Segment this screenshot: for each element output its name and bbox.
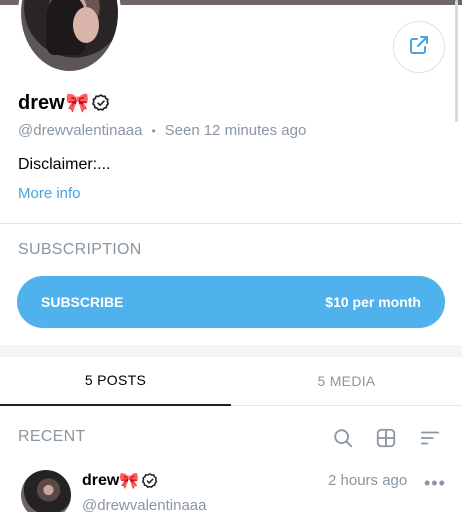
post-author-name[interactable]: drew (82, 472, 119, 490)
subscription-price: $10 per month (325, 294, 421, 310)
tab-media[interactable]: 5 MEDIA (231, 356, 462, 406)
post-timestamp: 2 hours ago (328, 472, 408, 489)
bow-emoji: 🎀 (119, 473, 140, 490)
sort-icon[interactable] (418, 426, 442, 450)
grid-icon[interactable] (374, 426, 398, 450)
verified-icon (141, 472, 159, 490)
search-icon[interactable] (331, 426, 355, 450)
more-icon[interactable]: ••• (424, 473, 446, 494)
profile-tabs: 5 POSTS 5 MEDIA (0, 356, 462, 406)
share-icon (407, 33, 431, 62)
profile-name: drew (18, 91, 65, 114)
bow-emoji: 🎀 (65, 93, 90, 114)
share-button[interactable] (393, 21, 445, 73)
post-author-handle[interactable]: @drewvalentinaaa (82, 497, 206, 512)
subscription-heading: SUBSCRIPTION (18, 241, 142, 258)
seen-label: Seen (164, 122, 200, 139)
tab-posts[interactable]: 5 POSTS (0, 356, 231, 406)
feed-heading: RECENT (18, 428, 86, 445)
profile-name-row: drew 🎀 (18, 91, 111, 115)
scrollbar[interactable] (455, 0, 458, 122)
separator-dot: • (151, 123, 156, 138)
post-author-row: drew 🎀 (82, 471, 159, 491)
seen-time: 12 minutes ago (203, 122, 307, 139)
profile-avatar[interactable] (18, 0, 121, 74)
verified-icon (91, 93, 111, 113)
post-avatar[interactable] (21, 470, 71, 512)
profile-meta: @drewvalentinaaa • Seen 12 minutes ago (18, 122, 306, 139)
subscribe-button[interactable]: SUBSCRIBE $10 per month (17, 276, 445, 328)
subscribe-label: SUBSCRIBE (41, 294, 124, 310)
divider (0, 223, 462, 224)
profile-handle: @drewvalentinaaa (18, 122, 143, 139)
profile-bio: Disclaimer:... (18, 156, 111, 173)
more-info-link[interactable]: More info (18, 185, 81, 202)
